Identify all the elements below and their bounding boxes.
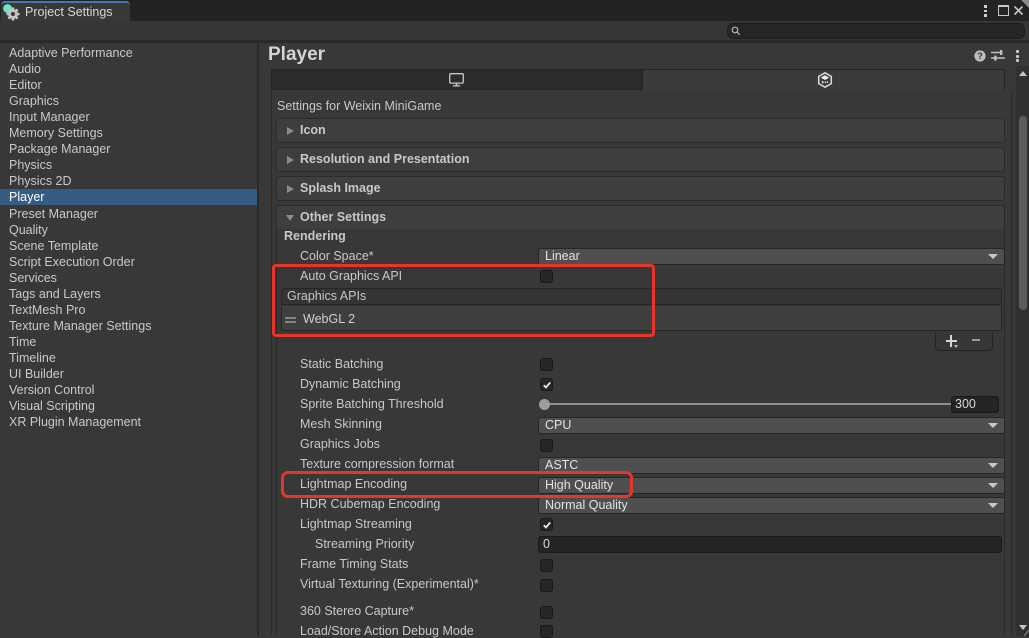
- svg-text:?: ?: [977, 51, 983, 61]
